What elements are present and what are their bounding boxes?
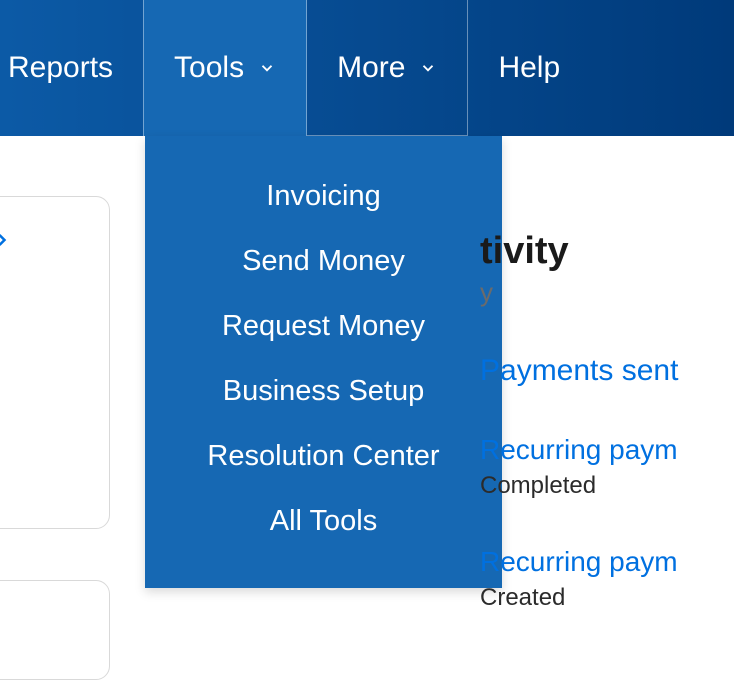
activity-title[interactable]: Recurring paym (480, 434, 734, 466)
page-title: tivity (480, 230, 734, 273)
chevron-down-icon (258, 59, 276, 77)
main-content: tivity y Payments sent Recurring paym Co… (480, 230, 734, 612)
tools-dropdown: Invoicing Send Money Request Money Busin… (145, 136, 502, 588)
nav-tools-label: Tools (174, 51, 244, 85)
nav-help[interactable]: Help (468, 0, 590, 136)
tab-payments-sent[interactable]: Payments sent (480, 354, 734, 388)
nav-reports-label: Reports (8, 51, 113, 85)
dropdown-item-send-money[interactable]: Send Money (145, 229, 502, 294)
chevron-down-icon (419, 59, 437, 77)
dropdown-item-business-setup[interactable]: Business Setup (145, 359, 502, 424)
activity-status: Created (480, 584, 734, 612)
top-nav: Reports Tools More Help (0, 0, 734, 136)
nav-more[interactable]: More (307, 0, 468, 136)
left-card-2 (0, 580, 110, 680)
dropdown-item-resolution-center[interactable]: Resolution Center (145, 424, 502, 489)
nav-help-label: Help (498, 51, 560, 85)
left-card: re (0, 196, 110, 529)
left-card-more-link[interactable]: re (0, 225, 12, 257)
page-subtitle: y (480, 277, 734, 308)
nav-more-label: More (337, 51, 405, 85)
dropdown-item-invoicing[interactable]: Invoicing (145, 164, 502, 229)
activity-item: Recurring paym Completed (480, 434, 734, 500)
chevron-right-icon (0, 225, 12, 257)
activity-status: Completed (480, 472, 734, 500)
nav-tools[interactable]: Tools (143, 0, 307, 136)
activity-item: Recurring paym Created (480, 546, 734, 612)
nav-reports[interactable]: Reports (0, 0, 143, 136)
activity-title[interactable]: Recurring paym (480, 546, 734, 578)
dropdown-item-request-money[interactable]: Request Money (145, 294, 502, 359)
dropdown-item-all-tools[interactable]: All Tools (145, 489, 502, 554)
